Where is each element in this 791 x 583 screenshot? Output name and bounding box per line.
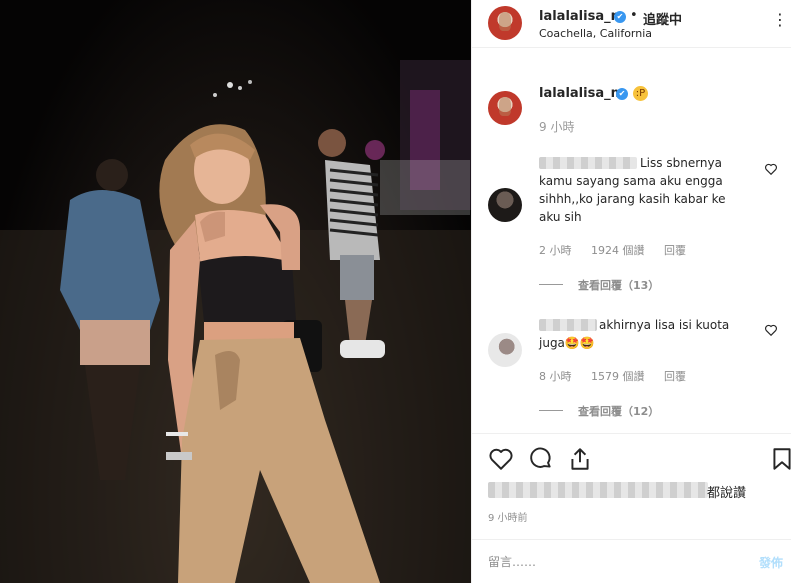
- comment-meta: 2 小時 1924 個讚 回覆: [539, 242, 702, 258]
- separator-dot: •: [630, 8, 638, 23]
- following-button[interactable]: 追蹤中: [643, 9, 682, 28]
- comment-box: 發佈: [472, 539, 791, 583]
- blurred-username[interactable]: [539, 319, 597, 331]
- comment-timestamp[interactable]: 2 小時: [539, 244, 572, 257]
- verified-icon: ✔: [616, 88, 628, 100]
- share-icon[interactable]: [567, 446, 593, 472]
- reply-button[interactable]: 回覆: [664, 244, 686, 257]
- commenter-avatar[interactable]: [488, 333, 522, 367]
- comment-icon[interactable]: [528, 446, 554, 472]
- bookmark-icon[interactable]: [769, 446, 791, 472]
- blurred-username[interactable]: [539, 157, 637, 169]
- action-bar: [472, 433, 791, 485]
- author-avatar[interactable]: [488, 6, 522, 40]
- post-header: lalalalisa_m ✔ • 追蹤中 Coachella, Californ…: [472, 0, 791, 48]
- author-username[interactable]: lalalalisa_m: [539, 9, 624, 24]
- photo-illustration: [0, 60, 471, 583]
- comment-text: akhirnya lisa isi kuota: [599, 318, 730, 332]
- heart-icon[interactable]: [764, 323, 778, 337]
- liked-by-text[interactable]: 都說讚: [707, 482, 746, 501]
- view-replies-line: [539, 284, 563, 285]
- caption-username[interactable]: lalalalisa_m: [539, 86, 624, 101]
- view-replies-button[interactable]: 查看回覆（13）: [578, 277, 659, 293]
- heart-icon[interactable]: [488, 446, 514, 472]
- commenter-avatar[interactable]: [488, 188, 522, 222]
- comment-likes[interactable]: 1924 個讚: [591, 244, 645, 257]
- comment-text: Liss sbnernya: [640, 156, 722, 170]
- caption-avatar[interactable]: [488, 91, 522, 125]
- comment-text: kamu sayang sama aku engga sihhh,,ko jar…: [539, 174, 726, 224]
- post-photo[interactable]: [0, 0, 471, 583]
- instagram-post: lalalalisa_m ✔ • 追蹤中 Coachella, Californ…: [0, 0, 791, 583]
- liked-by-blurred[interactable]: [488, 482, 708, 498]
- post-side-panel: lalalalisa_m ✔ • 追蹤中 Coachella, Californ…: [471, 0, 791, 583]
- caption-timestamp[interactable]: 9 小時: [539, 118, 574, 135]
- view-replies-button[interactable]: 查看回覆（12）: [578, 403, 659, 419]
- post-timestamp[interactable]: 9 小時前: [488, 509, 528, 524]
- view-replies-line: [539, 410, 563, 411]
- comment-meta: 8 小時 1579 個讚 回覆: [539, 368, 702, 384]
- post-comment-button[interactable]: 發佈: [759, 554, 783, 571]
- more-options-icon[interactable]: ⋮: [772, 10, 788, 29]
- reply-button[interactable]: 回覆: [664, 370, 686, 383]
- comment-input[interactable]: [488, 555, 738, 569]
- post-location[interactable]: Coachella, California: [539, 27, 652, 40]
- verified-icon: ✔: [614, 11, 626, 23]
- comment-likes[interactable]: 1579 個讚: [591, 370, 645, 383]
- heart-icon[interactable]: [764, 162, 778, 176]
- comment-timestamp[interactable]: 8 小時: [539, 370, 572, 383]
- comment-text: juga🤩🤩: [539, 336, 595, 350]
- tongue-emoji-icon: :P: [633, 86, 648, 101]
